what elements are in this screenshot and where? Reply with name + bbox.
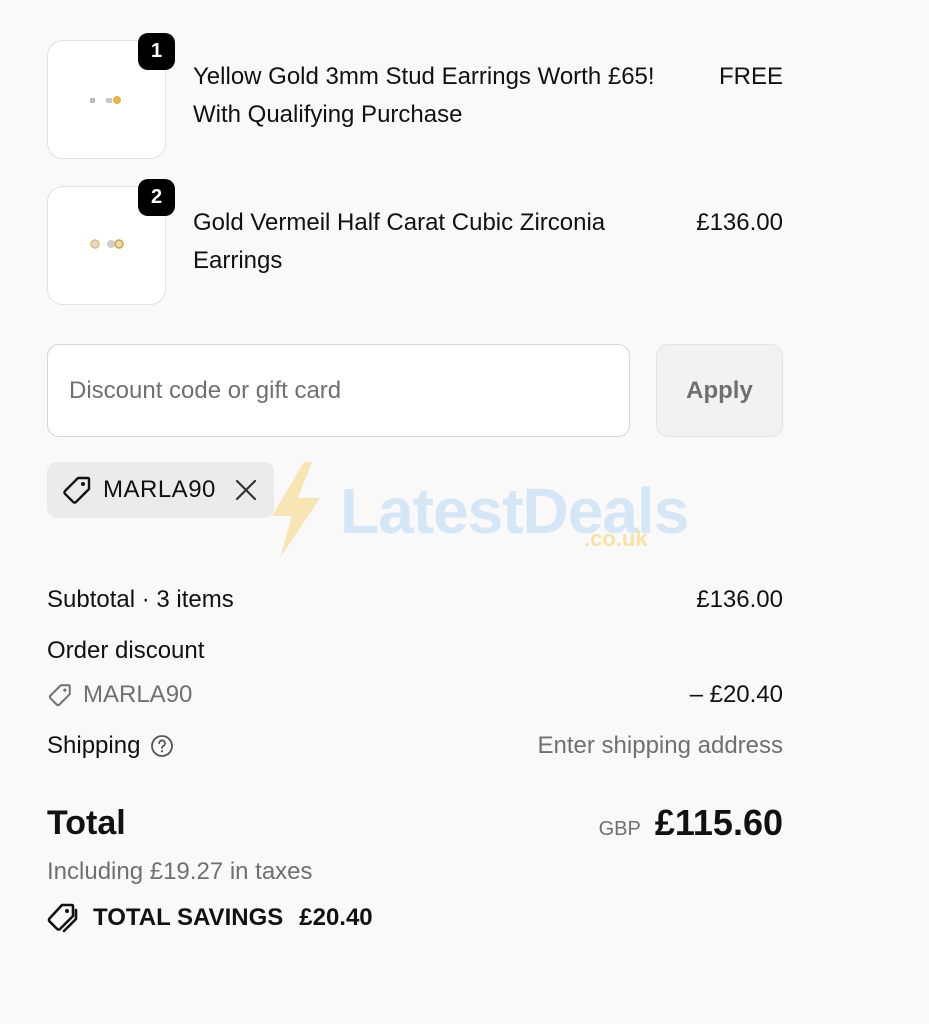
total-value: £115.60 bbox=[654, 802, 783, 843]
line-item: 1 Yellow Gold 3mm Stud Earrings Worth £6… bbox=[47, 33, 783, 160]
applied-code-label: MARLA90 bbox=[103, 476, 216, 503]
subtotal-row: Subtotal · 3 items £136.00 bbox=[47, 580, 783, 620]
remove-code-button[interactable] bbox=[234, 478, 258, 502]
tags-icon bbox=[47, 903, 78, 933]
subtotal-value: £136.00 bbox=[696, 586, 783, 613]
quantity-badge: 1 bbox=[138, 33, 175, 70]
line-item: 2 Gold Vermeil Half Carat Cubic Zirconia… bbox=[47, 179, 783, 306]
item-title: Yellow Gold 3mm Stud Earrings Worth £65!… bbox=[193, 63, 655, 128]
savings-value: £20.40 bbox=[299, 904, 373, 931]
apply-button[interactable]: Apply bbox=[656, 344, 783, 437]
product-image: 1 bbox=[47, 33, 175, 159]
help-icon[interactable] bbox=[150, 734, 174, 758]
lightning-bolt-icon bbox=[272, 462, 320, 558]
product-image: 2 bbox=[47, 179, 175, 305]
item-price: £136.00 bbox=[696, 209, 783, 236]
close-icon bbox=[235, 479, 256, 501]
order-discount-row: Order discount bbox=[47, 631, 783, 671]
order-discount-label: Order discount bbox=[47, 637, 205, 664]
shipping-info: Shipping bbox=[47, 726, 174, 766]
shipping-label: Shipping bbox=[47, 732, 141, 759]
watermark-domain: .co.uk bbox=[584, 526, 648, 551]
total-label: Total bbox=[47, 804, 126, 842]
quantity-badge: 2 bbox=[138, 179, 175, 216]
discount-code-input[interactable] bbox=[47, 344, 630, 437]
currency-code: GBP bbox=[598, 818, 641, 840]
tag-icon bbox=[63, 476, 91, 504]
subtotal-label: Subtotal · 3 items bbox=[47, 586, 234, 613]
discount-code-info: MARLA90 bbox=[47, 675, 192, 715]
total-value-group: GBP £115.60 bbox=[599, 800, 783, 852]
shipping-row: Shipping Enter shipping address bbox=[47, 726, 783, 766]
shipping-value: Enter shipping address bbox=[537, 732, 783, 759]
watermark: LatestDeals .co.uk bbox=[266, 460, 689, 560]
item-price: FREE bbox=[718, 63, 783, 90]
taxes-note: Including £19.27 in taxes bbox=[47, 858, 313, 885]
tag-icon bbox=[48, 684, 71, 707]
total-savings: TOTAL SAVINGS £20.40 bbox=[47, 898, 373, 938]
discount-code-row: MARLA90 – £20.40 bbox=[47, 675, 783, 715]
discount-value: – £20.40 bbox=[689, 681, 783, 708]
order-summary: 1 Yellow Gold 3mm Stud Earrings Worth £6… bbox=[0, 0, 929, 1024]
applied-code-chip: MARLA90 bbox=[47, 462, 274, 518]
savings-label: TOTAL SAVINGS bbox=[93, 904, 284, 931]
item-title: Gold Vermeil Half Carat Cubic Zirconia E… bbox=[193, 209, 606, 274]
discount-code-label: MARLA90 bbox=[83, 681, 193, 708]
